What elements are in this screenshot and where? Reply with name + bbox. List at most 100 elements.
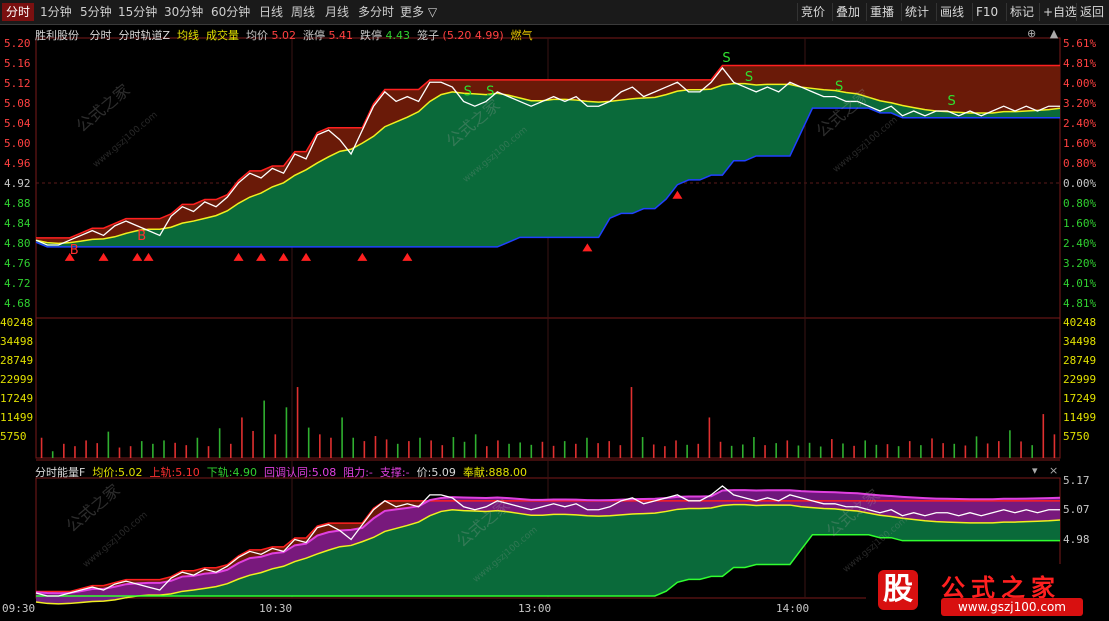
energy-tick: 5.17 — [1063, 474, 1090, 487]
price-label: 价: — [416, 466, 432, 479]
up-arrow-marker — [256, 252, 267, 261]
sell-signal: S — [835, 80, 843, 95]
volume-tick-right: 40248 — [1063, 316, 1097, 329]
price-tick: 5.16 — [4, 57, 31, 70]
lower-rail-label: 下轨: — [206, 466, 233, 479]
sell-signal: S — [486, 84, 494, 99]
sector-label[interactable]: 燃气 — [511, 29, 533, 42]
time-tick: 13:00 — [518, 602, 552, 615]
up-arrow-marker — [143, 252, 154, 261]
dropdown-icon[interactable]: ▾ — [1032, 464, 1038, 477]
percent-tick: 2.40% — [1063, 237, 1097, 250]
volume-label: 成交量 — [206, 29, 240, 42]
percent-tick: 4.01% — [1063, 277, 1097, 290]
retrace-value: 5.08 — [311, 466, 337, 479]
energy-tick: 4.98 — [1063, 533, 1090, 546]
price-value: 5.09 — [431, 466, 456, 479]
collapse-icon[interactable]: ▲ — [1050, 27, 1058, 40]
volume-tick: 17249 — [0, 392, 34, 405]
percent-tick: 2.40% — [1063, 117, 1097, 130]
logo-badge: 股 — [878, 570, 918, 610]
volume-tick-right: 11499 — [1063, 411, 1097, 424]
volume-tick: 40248 — [0, 316, 34, 329]
sell-signal: S — [947, 94, 955, 109]
logo-url: www.gszj100.com — [941, 598, 1083, 616]
time-tick: 14:00 — [776, 602, 810, 615]
price-tick: 5.12 — [4, 77, 31, 90]
time-tick: 09:30 — [2, 602, 36, 615]
percent-tick: 3.20% — [1063, 97, 1097, 110]
volume-tick-right: 17249 — [1063, 392, 1097, 405]
sell-signal: S — [722, 51, 730, 66]
volume-tick: 28749 — [0, 354, 34, 367]
percent-tick: 4.81% — [1063, 57, 1097, 70]
price-tick: 5.04 — [4, 117, 31, 130]
up-arrow-marker — [672, 190, 683, 199]
avg-price-label: 均价 — [246, 29, 269, 42]
follow-value: 888.00 — [488, 466, 528, 479]
limit-down-label: 跌停 — [360, 29, 383, 42]
sell-signal: S — [745, 70, 753, 85]
up-arrow-marker — [402, 252, 413, 261]
sell-signal: S — [464, 84, 472, 99]
lower-rail-value: 4.90 — [232, 466, 257, 479]
price-tick: 4.76 — [4, 257, 31, 270]
add-indicator-icon[interactable]: ⊕ — [1027, 27, 1036, 40]
price-tick: 4.92 — [4, 177, 31, 190]
up-arrow-marker — [357, 252, 368, 261]
price-tick: 4.68 — [4, 297, 31, 310]
volume-tick: 22999 — [0, 373, 34, 386]
close-icon[interactable]: × — [1049, 464, 1058, 477]
stock-name: 胜利股份 — [35, 29, 79, 42]
view-intraday[interactable]: 分时 — [90, 29, 112, 42]
energy-info-line: 分时能量F 均价:5.02 上轨:5.10 下轨:4.90 回调认同:5.08 … — [35, 464, 527, 480]
up-arrow-marker — [278, 252, 289, 261]
up-arrow-marker — [233, 252, 244, 261]
follow-label: 奉献: — [462, 466, 489, 479]
volume-tick-right: 34498 — [1063, 335, 1097, 348]
volume-tick: 5750 — [0, 430, 27, 443]
avg-price-value: 5.02 — [271, 29, 297, 42]
volume-tick: 34498 — [0, 335, 34, 348]
percent-tick: 0.80% — [1063, 157, 1097, 170]
cage-label: 笼子 — [417, 29, 440, 42]
brand-logo: 股 公式之家 www.gszj100.com — [866, 564, 1086, 621]
energy-avg-value: 5.02 — [118, 466, 143, 479]
limit-down-value: 4.43 — [385, 29, 411, 42]
buy-signal: B — [137, 229, 146, 244]
limit-up-value: 5.41 — [328, 29, 354, 42]
up-arrow-marker — [301, 252, 312, 261]
price-tick: 5.20 — [4, 37, 31, 50]
volume-tick-right: 5750 — [1063, 430, 1090, 443]
view-track[interactable]: 分时轨道Z — [119, 29, 171, 42]
support-value: - — [405, 466, 410, 479]
upper-rail-value: 5.10 — [175, 466, 200, 479]
cage-value: (5.20 4.99) — [442, 29, 504, 42]
percent-tick: 1.60% — [1063, 137, 1097, 150]
time-tick: 10:30 — [259, 602, 293, 615]
price-tick: 5.08 — [4, 97, 31, 110]
percent-tick: 0.00% — [1063, 177, 1097, 190]
volume-tick-right: 22999 — [1063, 373, 1097, 386]
percent-tick: 5.61% — [1063, 37, 1097, 50]
up-arrow-marker — [582, 243, 593, 252]
price-tick: 5.00 — [4, 137, 31, 150]
energy-indicator-name[interactable]: 分时能量F — [35, 466, 85, 479]
percent-tick: 4.00% — [1063, 77, 1097, 90]
chart-info-line: 胜利股份 分时 分时轨道Z 均线 成交量 均价 5.02 涨停 5.41 跌停 … — [35, 27, 533, 43]
energy-tick: 5.07 — [1063, 503, 1090, 516]
support-label: 支撑: — [379, 466, 406, 479]
avg-line-label: 均线 — [177, 29, 200, 42]
price-tick: 4.88 — [4, 197, 31, 210]
upper-rail-label: 上轨: — [149, 466, 176, 479]
retrace-label: 回调认同: — [263, 466, 312, 479]
percent-tick: 0.80% — [1063, 197, 1097, 210]
price-tick: 4.80 — [4, 237, 31, 250]
percent-tick: 4.81% — [1063, 297, 1097, 310]
chart-controls: ⊕ ▲ — [1027, 27, 1058, 40]
percent-tick: 1.60% — [1063, 217, 1097, 230]
intraday-chart[interactable]: BBS SSSSS — [0, 0, 1109, 621]
volume-tick-right: 28749 — [1063, 354, 1097, 367]
energy-avg-label: 均价: — [92, 466, 119, 479]
resist-label: 阻力: — [343, 466, 369, 479]
